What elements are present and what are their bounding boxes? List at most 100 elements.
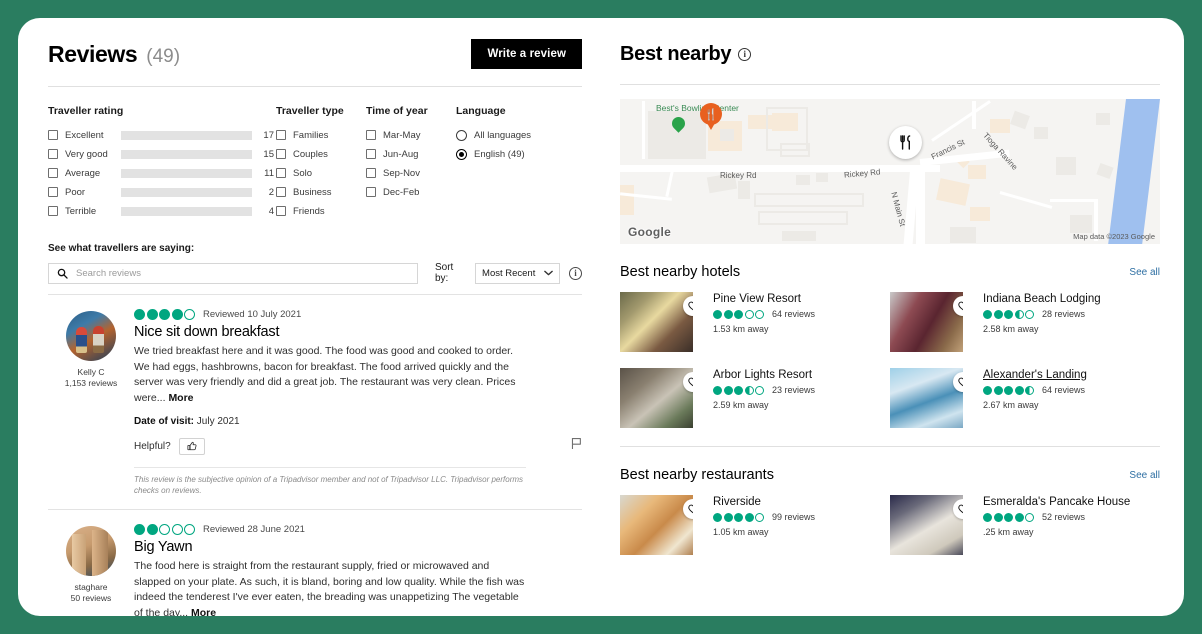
nearby-map[interactable]: Best's Bowling Center Rickey Rd Rickey R… <box>620 99 1160 244</box>
rating-row-terrible[interactable]: Terrible 4 <box>48 202 276 220</box>
checkbox-jun-aug[interactable] <box>366 149 376 159</box>
review-more-link[interactable]: More <box>168 392 193 404</box>
time-row-jun-aug[interactable]: Jun-Aug <box>366 145 456 163</box>
time-label-sep-nov: Sep-Nov <box>383 167 420 179</box>
list-item[interactable]: Indiana Beach Lodging 28 reviews 2.58 km… <box>890 292 1160 352</box>
checkbox-excellent[interactable] <box>48 130 58 140</box>
hotel-rating-row: 64 reviews <box>713 309 815 319</box>
map-road-label-rickey-1: Rickey Rd <box>720 171 757 180</box>
restaurant-name[interactable]: Esmeralda's Pancake House <box>983 496 1130 508</box>
review-more-link[interactable]: More <box>191 607 216 617</box>
checkbox-families[interactable] <box>276 130 286 140</box>
hotel-thumbnail[interactable] <box>620 292 693 352</box>
list-item[interactable]: Pine View Resort 64 reviews 1.53 km away <box>620 292 890 352</box>
filter-heading-time: Time of year <box>366 105 428 117</box>
write-a-review-button[interactable]: Write a review <box>471 39 582 69</box>
restaurant-thumbnail[interactable] <box>890 495 963 555</box>
rating-row-excellent[interactable]: Excellent 17 <box>48 126 276 144</box>
checkbox-solo[interactable] <box>276 168 286 178</box>
radio-all-languages[interactable] <box>456 129 467 141</box>
search-placeholder: Search reviews <box>76 267 141 279</box>
hotel-thumbnail[interactable] <box>890 368 963 428</box>
list-item[interactable]: Riverside 99 reviews 1.05 km away <box>620 495 890 555</box>
list-item[interactable]: Alexander's Landing 64 reviews 2.67 km a… <box>890 368 1160 428</box>
avatar[interactable] <box>66 311 116 361</box>
hotel-name[interactable]: Indiana Beach Lodging <box>983 293 1101 305</box>
search-input[interactable]: Search reviews <box>48 262 418 284</box>
review-author-count: 50 reviews <box>70 593 112 603</box>
checkbox-sep-nov[interactable] <box>366 168 376 178</box>
checkbox-couples[interactable] <box>276 149 286 159</box>
type-row-solo[interactable]: Solo <box>276 164 366 182</box>
restaurants-see-all-link[interactable]: See all <box>1129 470 1160 481</box>
reviews-title-text: Reviews <box>48 40 138 67</box>
page-title: Reviews (49) <box>48 41 180 68</box>
hotels-see-all-link[interactable]: See all <box>1129 267 1160 278</box>
map-restaurant-marker-selected[interactable] <box>889 126 922 159</box>
hotel-name[interactable]: Alexander's Landing <box>983 369 1087 381</box>
review-date: Reviewed 28 June 2021 <box>203 524 305 535</box>
hotel-thumbnail[interactable] <box>890 292 963 352</box>
hotel-info: Indiana Beach Lodging 28 reviews 2.58 km… <box>983 292 1101 352</box>
fork-knife-icon <box>899 135 910 150</box>
sort-info-icon[interactable]: i <box>569 266 582 280</box>
type-row-families[interactable]: Families <box>276 126 366 144</box>
restaurant-name[interactable]: Riverside <box>713 496 815 508</box>
heart-icon <box>957 377 963 387</box>
avatar[interactable] <box>66 526 116 576</box>
hotel-review-count: 64 reviews <box>772 309 816 319</box>
time-label-mar-may: Mar-May <box>383 129 421 141</box>
type-row-couples[interactable]: Couples <box>276 145 366 163</box>
restaurants-header: Best nearby restaurants See all <box>620 467 1160 483</box>
list-item[interactable]: Arbor Lights Resort 23 reviews 2.59 km a… <box>620 368 890 428</box>
heart-icon <box>687 504 693 514</box>
checkbox-average[interactable] <box>48 168 58 178</box>
filter-heading-rating: Traveller rating <box>48 105 124 117</box>
restaurant-thumbnail[interactable] <box>620 495 693 555</box>
restaurant-distance: .25 km away <box>983 527 1034 537</box>
checkbox-very-good[interactable] <box>48 149 58 159</box>
checkbox-dec-feb[interactable] <box>366 187 376 197</box>
review-title[interactable]: Nice sit down breakfast <box>134 324 582 340</box>
helpful-thumbs-up-button[interactable] <box>178 437 205 455</box>
checkbox-friends[interactable] <box>276 206 286 216</box>
type-row-business[interactable]: Business <box>276 183 366 201</box>
save-heart-icon[interactable] <box>683 296 693 316</box>
map-restaurant-marker-orange[interactable]: 🍴 <box>700 103 722 130</box>
hotel-thumbnail[interactable] <box>620 368 693 428</box>
rating-row-poor[interactable]: Poor 2 <box>48 183 276 201</box>
hotel-name[interactable]: Pine View Resort <box>713 293 815 305</box>
checkbox-poor[interactable] <box>48 187 58 197</box>
header-divider <box>48 86 582 87</box>
save-heart-icon[interactable] <box>953 372 963 392</box>
hotel-name[interactable]: Arbor Lights Resort <box>713 369 815 381</box>
report-flag-button[interactable] <box>571 437 582 455</box>
save-heart-icon[interactable] <box>683 499 693 519</box>
restaurants-heading: Best nearby restaurants <box>620 467 774 483</box>
language-row-english[interactable]: English (49) <box>456 145 576 163</box>
radio-english[interactable] <box>456 148 467 160</box>
checkbox-terrible[interactable] <box>48 206 58 216</box>
save-heart-icon[interactable] <box>953 499 963 519</box>
see-what-travellers-heading: See what travellers are saying: <box>48 243 195 254</box>
rating-row-average[interactable]: Average 11 <box>48 164 276 182</box>
rating-label-very-good: Very good <box>65 148 108 160</box>
time-row-dec-feb[interactable]: Dec-Feb <box>366 183 456 201</box>
hotels-grid: Pine View Resort 64 reviews 1.53 km away <box>620 292 1160 444</box>
checkbox-mar-may[interactable] <box>366 130 376 140</box>
save-heart-icon[interactable] <box>953 296 963 316</box>
review-title[interactable]: Big Yawn <box>134 539 582 555</box>
type-row-friends[interactable]: Friends <box>276 202 366 220</box>
rating-label-average: Average <box>65 167 101 179</box>
save-heart-icon[interactable] <box>683 372 693 392</box>
language-row-all[interactable]: All languages <box>456 126 576 144</box>
list-item[interactable]: Esmeralda's Pancake House 52 reviews .25… <box>890 495 1160 555</box>
time-row-sep-nov[interactable]: Sep-Nov <box>366 164 456 182</box>
sort-select[interactable]: Most Recent <box>475 262 561 284</box>
rating-row-very-good[interactable]: Very good 15 <box>48 145 276 163</box>
best-nearby-info-icon[interactable]: i <box>738 47 752 61</box>
time-row-mar-may[interactable]: Mar-May <box>366 126 456 144</box>
hotel-review-count: 23 reviews <box>772 385 816 395</box>
reviews-panel: Reviews (49) Write a review Traveller ra… <box>18 18 596 616</box>
checkbox-business[interactable] <box>276 187 286 197</box>
